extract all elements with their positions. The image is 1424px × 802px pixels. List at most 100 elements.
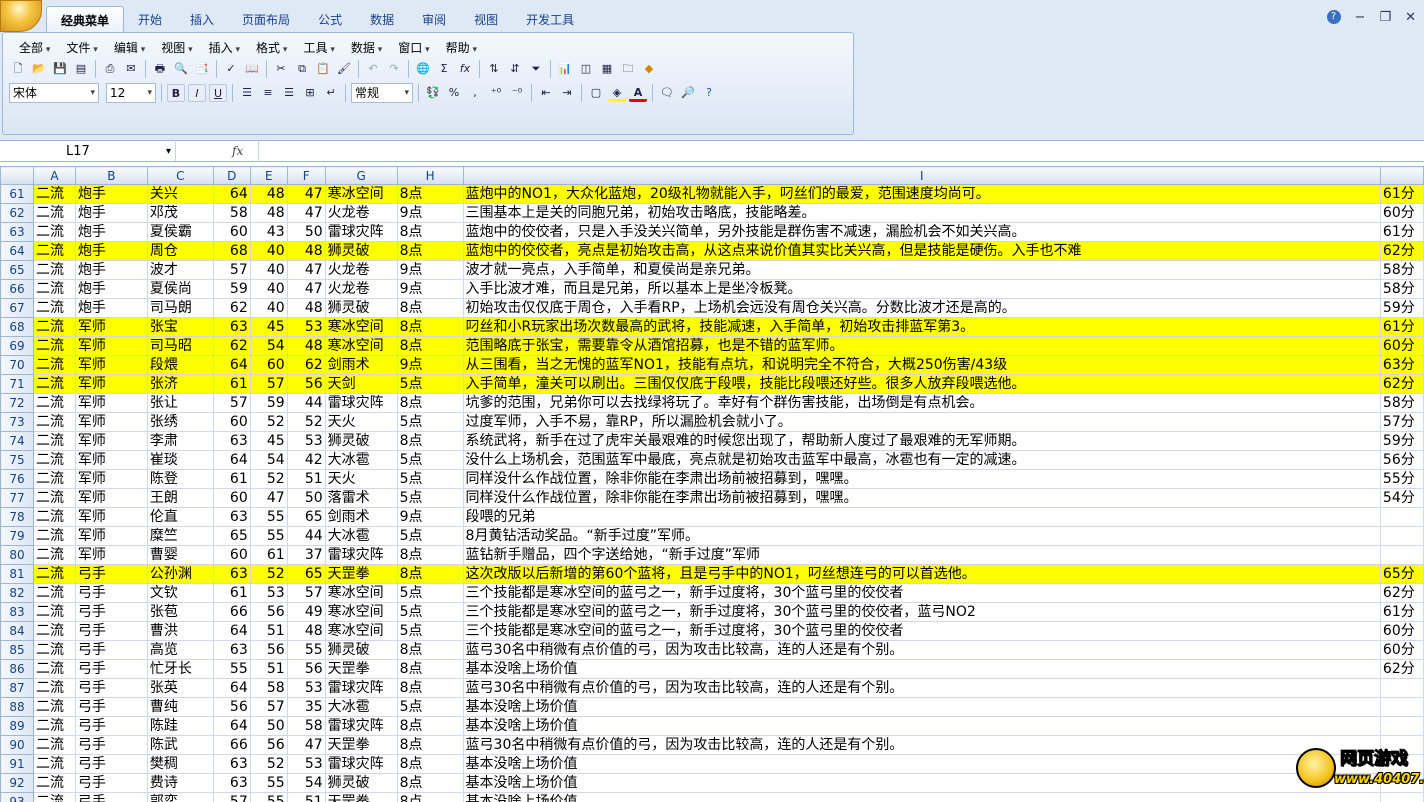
cell-h[interactable]: 8点 — [396, 773, 464, 793]
cell-h[interactable]: 5点 — [396, 526, 464, 546]
cell-j[interactable] — [1379, 678, 1424, 698]
cell-j[interactable]: 65分 — [1379, 564, 1424, 584]
cell-d[interactable]: 63 — [212, 773, 251, 793]
cell-b[interactable]: 军师 — [74, 336, 148, 356]
cell-h[interactable]: 8点 — [396, 564, 464, 584]
cell-e[interactable]: 53 — [249, 583, 288, 603]
cell-f[interactable]: 48 — [286, 336, 326, 356]
restore-icon[interactable]: ❐ — [1379, 10, 1391, 25]
cell-d[interactable]: 63 — [212, 317, 251, 337]
cell-d[interactable]: 64 — [212, 184, 251, 204]
tab-3[interactable]: 页面布局 — [228, 6, 304, 32]
cell-c[interactable]: 张苞 — [146, 602, 214, 622]
cell-i[interactable]: 基本没啥上场价值 — [462, 716, 1381, 736]
cell-j[interactable]: 62分 — [1379, 583, 1424, 603]
column-header[interactable]: I — [462, 166, 1381, 185]
number-format-select[interactable]: 常规 — [351, 83, 413, 103]
cell-g[interactable]: 天罡拳 — [324, 792, 398, 802]
cell-f[interactable]: 54 — [286, 773, 326, 793]
cell-h[interactable]: 8点 — [396, 754, 464, 774]
cell-e[interactable]: 40 — [249, 260, 288, 280]
cell-h[interactable]: 5点 — [396, 450, 464, 470]
row-header[interactable]: 89 — [0, 716, 34, 736]
cell-i[interactable]: 三围基本上是关的同胞兄弟，初始攻击略底，技能略差。 — [462, 203, 1381, 223]
cell-g[interactable]: 天火 — [324, 412, 398, 432]
percent-button[interactable]: % — [445, 84, 463, 102]
cell-h[interactable]: 5点 — [396, 583, 464, 603]
cell-j[interactable]: 62分 — [1379, 659, 1424, 679]
menu-item-3[interactable]: 视图 — [153, 39, 200, 56]
cell-b[interactable]: 弓手 — [74, 621, 148, 641]
cell-h[interactable]: 8点 — [396, 716, 464, 736]
menu-item-7[interactable]: 数据 — [343, 39, 390, 56]
open-icon[interactable]: 📂 — [30, 60, 48, 78]
cell-i[interactable]: 入手简单，潼关可以刷出。三围仅仅底于段喂，技能比段喂还好些。很多人放弃段喂选他。 — [462, 374, 1381, 394]
cell-j[interactable]: 61分 — [1379, 602, 1424, 622]
cell-g[interactable]: 火龙卷 — [324, 203, 398, 223]
cell-f[interactable]: 44 — [286, 526, 326, 546]
row-header[interactable]: 65 — [0, 260, 34, 280]
row-header[interactable]: 68 — [0, 317, 34, 337]
cell-c[interactable]: 公孙渊 — [146, 564, 214, 584]
cell-e[interactable]: 52 — [249, 754, 288, 774]
cell-h[interactable]: 8点 — [396, 792, 464, 802]
align-center-icon[interactable]: ≡ — [259, 84, 277, 102]
row-header[interactable]: 71 — [0, 374, 34, 394]
cell-j[interactable]: 63分 — [1379, 355, 1424, 375]
cell-a[interactable]: 二流 — [32, 697, 76, 717]
cell-b[interactable]: 弓手 — [74, 602, 148, 622]
cell-c[interactable]: 张济 — [146, 374, 214, 394]
cell-h[interactable]: 5点 — [396, 412, 464, 432]
cell-d[interactable]: 65 — [212, 526, 251, 546]
cell-b[interactable]: 军师 — [74, 355, 148, 375]
cell-i[interactable]: 基本没啥上场价值 — [462, 697, 1381, 717]
cell-h[interactable]: 9点 — [396, 260, 464, 280]
cell-a[interactable]: 二流 — [32, 222, 76, 242]
cell-c[interactable]: 曹洪 — [146, 621, 214, 641]
cell-e[interactable]: 50 — [249, 716, 288, 736]
cell-g[interactable]: 天罡拳 — [324, 564, 398, 584]
row-header[interactable]: 69 — [0, 336, 34, 356]
cell-a[interactable]: 二流 — [32, 184, 76, 204]
cell-b[interactable]: 军师 — [74, 488, 148, 508]
row-header[interactable]: 76 — [0, 469, 34, 489]
cell-e[interactable]: 52 — [249, 564, 288, 584]
row-header[interactable]: 63 — [0, 222, 34, 242]
cell-i[interactable]: 三个技能都是寒冰空间的蓝弓之一，新手过度将，30个蓝弓里的佼佼者 — [462, 583, 1381, 603]
cell-a[interactable]: 二流 — [32, 412, 76, 432]
cell-a[interactable]: 二流 — [32, 488, 76, 508]
print-icon[interactable]: 🖶 — [151, 60, 169, 78]
row-header[interactable]: 93 — [0, 792, 34, 802]
cell-j[interactable]: 61分 — [1379, 184, 1424, 204]
column-header[interactable]: G — [324, 166, 398, 185]
cell-i[interactable]: 基本没啥上场价值 — [462, 792, 1381, 802]
cell-b[interactable]: 弓手 — [74, 697, 148, 717]
cell-a[interactable]: 二流 — [32, 716, 76, 736]
cell-h[interactable]: 9点 — [396, 203, 464, 223]
cell-c[interactable]: 张绣 — [146, 412, 214, 432]
cell-d[interactable]: 60 — [212, 222, 251, 242]
cell-b[interactable]: 弓手 — [74, 735, 148, 755]
cell-g[interactable]: 天火 — [324, 469, 398, 489]
cell-b[interactable]: 炮手 — [74, 279, 148, 299]
cell-g[interactable]: 雷球灾阵 — [324, 393, 398, 413]
cell-e[interactable]: 55 — [249, 792, 288, 802]
cell-b[interactable]: 炮手 — [74, 298, 148, 318]
tab-8[interactable]: 开发工具 — [512, 6, 588, 32]
cell-e[interactable]: 40 — [249, 279, 288, 299]
cell-b[interactable]: 炮手 — [74, 222, 148, 242]
cell-g[interactable]: 狮灵破 — [324, 640, 398, 660]
cell-e[interactable]: 57 — [249, 374, 288, 394]
cell-g[interactable]: 寒冰空间 — [324, 317, 398, 337]
cell-b[interactable]: 弓手 — [74, 716, 148, 736]
cell-b[interactable]: 军师 — [74, 393, 148, 413]
cell-i[interactable]: 初始攻击仅仅底于周仓，入手看RP，上场机会远没有周仓关兴高。分数比波才还是高的。 — [462, 298, 1381, 318]
cell-i[interactable]: 蓝炮中的佼佼者，亮点是初始攻击高，从这点来说价值其实比关兴高，但是技能是硬伤。入… — [462, 241, 1381, 261]
cell-j[interactable]: 57分 — [1379, 412, 1424, 432]
cell-d[interactable]: 56 — [212, 697, 251, 717]
cell-d[interactable]: 63 — [212, 507, 251, 527]
cell-i[interactable]: 基本没啥上场价值 — [462, 659, 1381, 679]
cell-c[interactable]: 陈跬 — [146, 716, 214, 736]
format-painter-icon[interactable]: 🖌 — [335, 60, 353, 78]
cell-g[interactable]: 天罡拳 — [324, 735, 398, 755]
